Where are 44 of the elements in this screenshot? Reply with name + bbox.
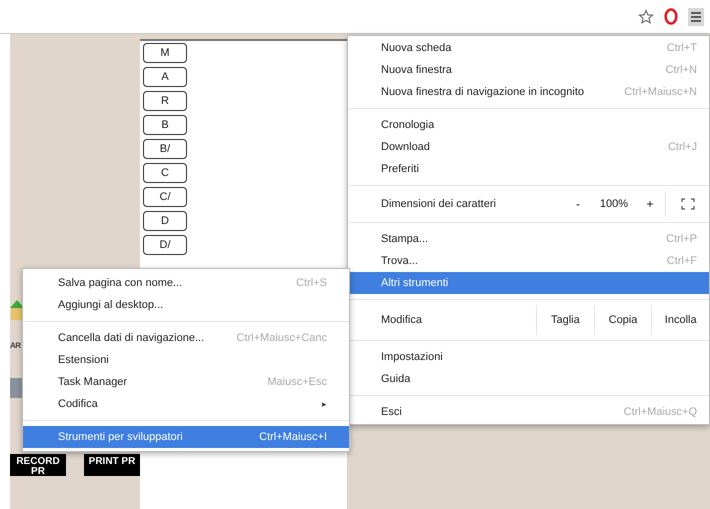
letter-button[interactable]: C [143, 163, 187, 183]
menu-item[interactable]: Strumenti per sviluppatori Ctrl+Maiusc+I [23, 426, 349, 448]
menu-item[interactable]: Task Manager Maiusc+Esc [23, 371, 349, 393]
zoom-out-button[interactable]: - [563, 195, 593, 213]
ring-logo-icon[interactable] [664, 8, 678, 25]
menu-item[interactable]: Cronologia [348, 114, 709, 136]
zoom-in-button[interactable]: + [635, 195, 665, 213]
letter-button[interactable]: R [143, 91, 187, 111]
menu-label: Dimensioni dei caratteri [381, 196, 497, 212]
menu-item[interactable]: Guida [348, 368, 709, 390]
menu-item[interactable]: Trova... Ctrl+F [348, 250, 709, 272]
letter-button[interactable]: A [143, 67, 187, 87]
fullscreen-icon[interactable] [680, 198, 694, 210]
letter-button[interactable]: B [143, 115, 187, 135]
menu-item[interactable]: Altri strumenti [348, 272, 709, 294]
action-button[interactable]: PRINT PR [84, 454, 140, 476]
zoom-value: 100% [598, 196, 630, 212]
menu-item[interactable]: Salva pagina con nome... Ctrl+S [23, 272, 349, 294]
menu-item[interactable]: Impostazioni [348, 346, 709, 368]
letter-button[interactable]: B/ [143, 139, 187, 159]
action-button[interactable]: RECORD PR [10, 454, 66, 476]
letter-button[interactable]: D [143, 211, 187, 231]
letter-button[interactable]: C/ [143, 187, 187, 207]
edit-button[interactable]: Taglia [536, 305, 594, 335]
menu-label: Modifica [381, 312, 423, 328]
house-icon [10, 300, 24, 320]
edit-button[interactable]: Copia [594, 305, 652, 335]
side-label: AR [10, 342, 22, 350]
menu-item[interactable]: Download Ctrl+J [348, 136, 709, 158]
menu-item[interactable]: Nuova finestra di navigazione in incognito Ctrl+Maiusc+N [348, 81, 709, 103]
menu-item[interactable]: Codifica ▸ [23, 393, 349, 415]
letter-button[interactable]: D/ [143, 235, 187, 255]
menu-icon[interactable] [688, 8, 704, 26]
menu-item[interactable]: Esci Ctrl+Maiusc+Q [348, 401, 709, 423]
menu-item[interactable]: Aggiungi al desktop... [23, 294, 349, 316]
menu-item[interactable]: Nuova finestra Ctrl+N [348, 59, 709, 81]
edit-button[interactable]: Incolla [651, 305, 710, 335]
menu-item[interactable]: Estensioni [23, 349, 349, 371]
menu-item[interactable]: Stampa... Ctrl+P [348, 228, 709, 250]
menu-item[interactable]: Nuova scheda Ctrl+T [348, 37, 709, 59]
star-icon[interactable] [638, 8, 654, 24]
menu-item[interactable]: Cancella dati di navigazione... Ctrl+Maiusc+Canc [23, 327, 349, 349]
letter-button[interactable]: M [143, 43, 187, 63]
menu-item[interactable]: Preferiti [348, 158, 709, 180]
